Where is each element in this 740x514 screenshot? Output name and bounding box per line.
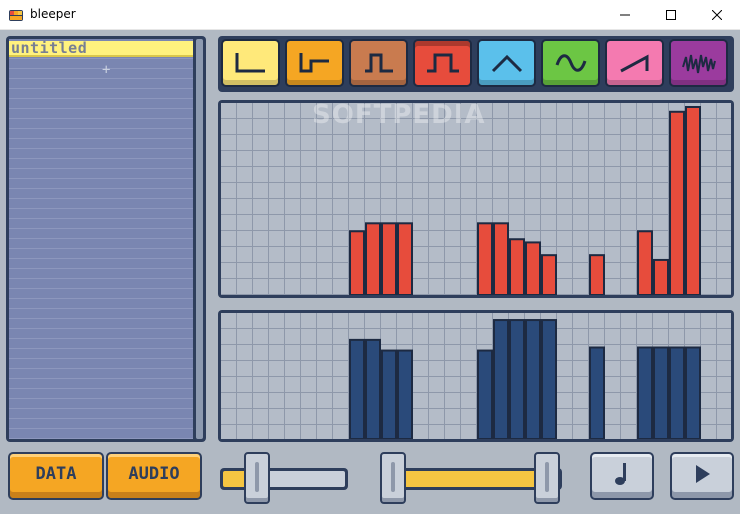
close-button[interactable]: [694, 0, 740, 30]
volume-bar-27[interactable]: [653, 346, 669, 440]
bleeper-app-icon: [9, 10, 23, 21]
square-wave-1-button[interactable]: [221, 39, 280, 87]
range-start-knob[interactable]: [380, 452, 406, 504]
maximize-icon: [666, 10, 676, 20]
square-wave-3-button[interactable]: [349, 39, 408, 87]
sawtooth-wave-icon: [619, 54, 648, 73]
pitch-bar-16[interactable]: [477, 222, 493, 295]
pitch-graph[interactable]: [218, 100, 734, 298]
music-note-icon: [615, 463, 626, 485]
square-wave-2-button[interactable]: [285, 39, 344, 87]
volume-bar-29[interactable]: [685, 346, 701, 440]
sine-wave-button[interactable]: [541, 39, 600, 87]
noise-wave-icon: [681, 54, 716, 74]
volume-bar-9[interactable]: [365, 338, 381, 439]
volume-bar-20[interactable]: [541, 319, 557, 439]
volume-bar-28[interactable]: [669, 346, 685, 440]
song-list-scrollbar[interactable]: [196, 39, 203, 439]
volume-bar-8[interactable]: [349, 338, 365, 439]
pitch-bar-17[interactable]: [493, 222, 509, 295]
window-title: bleeper: [30, 7, 76, 21]
song-item-untitled[interactable]: untitled: [9, 41, 193, 57]
volume-bar-11[interactable]: [397, 349, 413, 439]
volume-bar-17[interactable]: [493, 319, 509, 439]
volume-bar-19[interactable]: [525, 319, 541, 439]
triangle-wave-button[interactable]: [477, 39, 536, 87]
pitch-bar-8[interactable]: [349, 230, 365, 295]
maximize-button[interactable]: [648, 0, 694, 30]
note-button[interactable]: [590, 452, 654, 500]
volume-bars[interactable]: [221, 313, 731, 439]
speed-slider[interactable]: [220, 468, 348, 490]
speed-slider-knob[interactable]: [244, 452, 271, 504]
pulse-wave-button[interactable]: [413, 39, 472, 87]
triangle-wave-icon: [491, 54, 522, 73]
pitch-grid[interactable]: [221, 103, 731, 295]
play-button[interactable]: [670, 452, 734, 500]
pitch-bar-11[interactable]: [397, 222, 413, 295]
pitch-bar-28[interactable]: [669, 110, 685, 295]
square-wave-3-icon: [364, 53, 393, 73]
pitch-bar-29[interactable]: [685, 106, 701, 295]
app-area: untitled + DATA AUDIO SOFTPEDIA: [0, 30, 740, 514]
crosshair-cursor-icon: +: [102, 62, 111, 78]
range-slider-fill: [383, 471, 559, 487]
pulse-wave-icon: [426, 53, 459, 73]
volume-bar-10[interactable]: [381, 349, 397, 439]
square-wave-1-icon: [235, 53, 265, 73]
volume-bar-18[interactable]: [509, 319, 525, 439]
speed-slider-track: [257, 471, 345, 487]
pitch-bar-26[interactable]: [637, 230, 653, 295]
volume-bar-23[interactable]: [589, 346, 605, 440]
song-list-content[interactable]: untitled +: [9, 39, 193, 439]
waveform-selector: [218, 36, 734, 92]
volume-bar-16[interactable]: [477, 349, 493, 439]
pitch-bar-10[interactable]: [381, 222, 397, 295]
data-button[interactable]: DATA: [8, 452, 104, 500]
sawtooth-wave-button[interactable]: [605, 39, 664, 87]
close-icon: [712, 10, 722, 20]
noise-wave-button[interactable]: [669, 39, 728, 87]
range-end-knob[interactable]: [534, 452, 560, 504]
minimize-icon: [620, 14, 630, 16]
song-list: untitled +: [6, 36, 206, 442]
play-icon: [696, 465, 710, 483]
audio-button[interactable]: AUDIO: [106, 452, 202, 500]
pitch-bar-27[interactable]: [653, 258, 669, 295]
minimize-button[interactable]: [602, 0, 648, 30]
volume-graph[interactable]: [218, 310, 734, 442]
pitch-bars[interactable]: [221, 103, 731, 295]
pitch-bar-23[interactable]: [589, 254, 605, 295]
pitch-bar-18[interactable]: [509, 238, 525, 295]
pitch-bar-9[interactable]: [365, 222, 381, 295]
pitch-bar-20[interactable]: [541, 254, 557, 295]
sine-wave-icon: [555, 54, 586, 72]
volume-bar-26[interactable]: [637, 346, 653, 440]
pitch-bar-19[interactable]: [525, 241, 541, 295]
title-bar: bleeper: [0, 0, 740, 30]
square-wave-2-icon: [299, 53, 329, 73]
volume-grid[interactable]: [221, 313, 731, 439]
